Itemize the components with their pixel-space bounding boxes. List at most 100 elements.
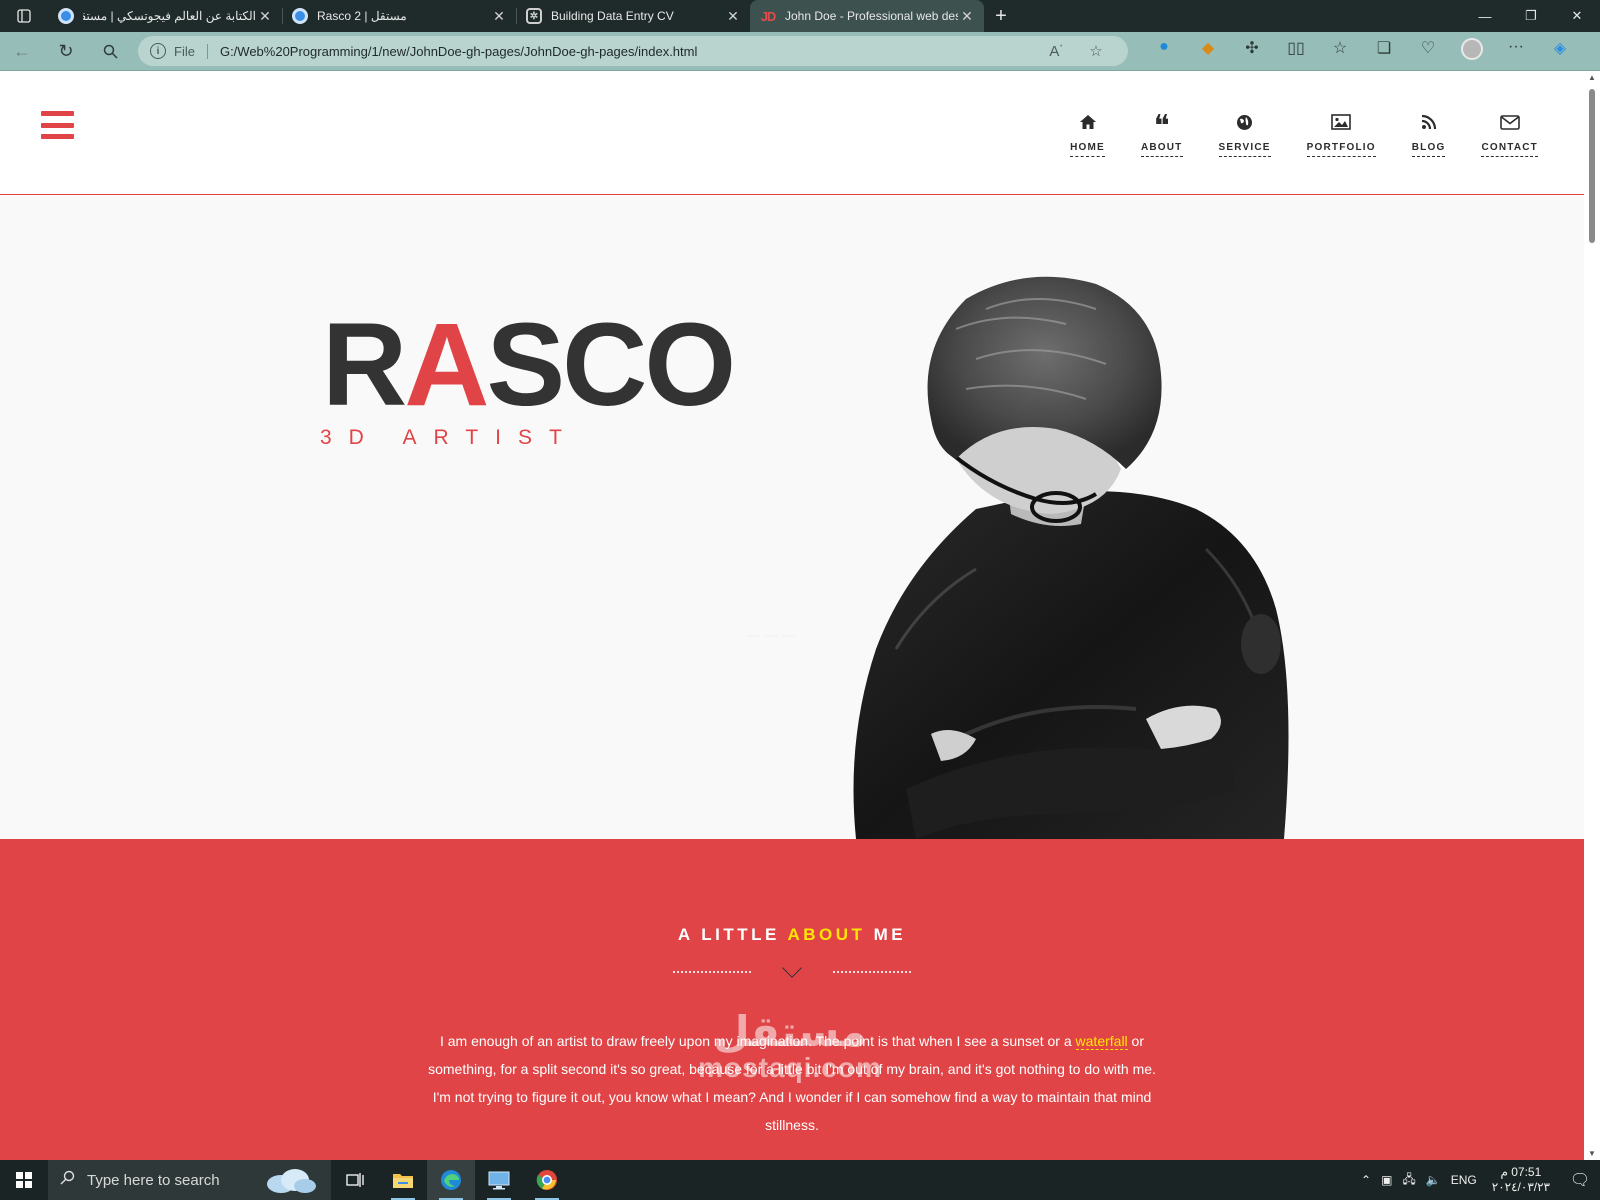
close-tab-icon[interactable]: ✕ [490,8,508,25]
search-placeholder: Type here to search [87,1171,220,1189]
meet-now-icon[interactable]: ▣ [1376,1173,1397,1187]
search-icon[interactable] [88,35,132,67]
hero-title-accent: A [404,299,489,431]
close-tab-icon[interactable]: ✕ [256,8,274,25]
shazam-extension-icon[interactable]: ● [1142,38,1186,65]
home-icon [1079,111,1097,133]
circle-icon [292,8,308,24]
about-paragraph: I am enough of an artist to draw freely … [420,1027,1164,1139]
about-heading: A LITTLE ABOUT ME [0,925,1584,945]
hero-title-suffix: SCO [486,299,736,431]
tab-title: John Doe - Professional web designer [785,9,958,23]
hero-subtitle: 3D ARTIST [320,426,579,449]
network-icon[interactable]: 🖧 [1397,1170,1420,1191]
site-header: HOME ❝ ABOUT SERVICE PORTFOLIO BLOG CONT… [0,71,1584,195]
nav-label: PORTFOLIO [1306,142,1376,157]
image-icon [1331,111,1351,133]
nav-label: HOME [1070,142,1105,157]
extension-icons: ● ◆ ✣ ▯▯ ☆ ❏ ♡ ··· ◈ [1142,37,1582,65]
browser-essentials-icon[interactable]: ♡ [1406,38,1450,65]
heading-suffix: ME [865,925,907,944]
chevron-up-icon[interactable]: ⌃ [1356,1173,1376,1187]
browser-toolbar: ← ↻ i File G:/Web%20Programming/1/new/Jo… [0,32,1600,71]
back-icon[interactable]: ← [0,35,44,67]
split-screen-icon[interactable]: ▯▯ [1274,38,1318,65]
site-navigation: HOME ❝ ABOUT SERVICE PORTFOLIO BLOG CONT… [1034,111,1538,157]
collections-icon[interactable]: ❏ [1362,38,1406,65]
address-bar[interactable]: i File G:/Web%20Programming/1/new/JohnDo… [138,36,1128,66]
chevron-down-icon [782,958,802,978]
clock-time: 07:51 م [1500,1165,1542,1179]
hero-title-prefix: R [322,299,407,431]
browser-tab[interactable]: الكتابة عن العالم فيجوتسكي | مستقل ✕ [48,0,282,32]
copilot-icon[interactable]: ◈ [1538,38,1582,65]
profile-avatar[interactable] [1450,37,1494,65]
rss-icon [1421,111,1437,133]
restore-icon[interactable]: ❐ [1508,0,1554,32]
nav-item-blog[interactable]: BLOG [1411,111,1446,157]
nav-label: CONTACT [1481,142,1538,157]
dotted-line [673,971,751,973]
search-icon [60,1170,75,1190]
section-divider [0,958,1584,978]
protocol-label: File [174,43,208,59]
waterfall-link[interactable]: waterfall [1075,1033,1128,1050]
scrollbar-thumb[interactable] [1589,89,1595,243]
quote-icon: ❝ [1153,109,1170,144]
weather-cloud-icon [267,1169,316,1193]
page-scrollbar[interactable]: ▲ ▼ [1584,71,1600,1160]
browser-tab[interactable]: Rasco 2 | مستقل ✕ [282,0,516,32]
nav-label: SERVICE [1218,142,1271,157]
favorites-icon[interactable]: ☆ [1318,38,1362,65]
hero-section: RASCO 3D ARTIST — — — [0,196,1584,839]
nav-item-portfolio[interactable]: PORTFOLIO [1306,111,1376,157]
envelope-icon [1499,111,1520,133]
globe-icon [1236,111,1253,133]
minimize-icon[interactable]: — [1462,0,1508,32]
circle-icon [58,8,74,24]
jd-icon: JD [760,8,777,24]
scroll-up-icon[interactable]: ▲ [1588,73,1596,82]
nav-item-service[interactable]: SERVICE [1218,111,1271,157]
color-extension-icon[interactable]: ◆ [1186,38,1230,65]
nav-label: ABOUT [1140,142,1183,157]
close-tab-icon[interactable]: ✕ [724,8,742,25]
close-window-icon[interactable]: ✕ [1554,0,1600,32]
artist-portrait-image [853,276,1289,839]
site-info-icon[interactable]: i [150,43,166,59]
hamburger-menu-icon[interactable] [41,111,74,139]
tab-title: الكتابة عن العالم فيجوتسكي | مستقل [83,9,256,23]
remote-desktop-icon[interactable] [475,1160,523,1200]
browser-tab-active[interactable]: JD John Doe - Professional web designer … [750,0,984,32]
edge-icon[interactable] [427,1160,475,1200]
file-explorer-icon[interactable] [379,1160,427,1200]
heading-highlight: ABOUT [787,925,866,944]
chrome-icon[interactable] [523,1160,571,1200]
read-aloud-icon[interactable]: Aᐩ [1036,43,1076,60]
favorite-star-icon[interactable]: ☆ [1076,42,1116,60]
extensions-puzzle-icon[interactable]: ✣ [1230,38,1274,65]
clock[interactable]: 07:51 م ٢٠٢٤/٠٣/٢٣ [1482,1165,1560,1195]
browser-tab[interactable]: ✲ Building Data Entry CV ✕ [516,0,750,32]
volume-icon[interactable]: 🔈 [1421,1173,1446,1187]
taskbar-search[interactable]: Type here to search [48,1160,331,1200]
windows-taskbar: Type here to search ⌃ ▣ 🖧 🔈 ENG 07:51 م … [0,1160,1600,1200]
about-section: A LITTLE ABOUT ME I am enough of an arti… [0,839,1584,1160]
task-view-icon[interactable] [331,1160,379,1200]
page-viewport: HOME ❝ ABOUT SERVICE PORTFOLIO BLOG CONT… [0,71,1600,1160]
nav-item-home[interactable]: HOME [1070,111,1105,157]
close-tab-icon[interactable]: ✕ [958,8,976,25]
url-text[interactable]: G:/Web%20Programming/1/new/JohnDoe-gh-pa… [220,44,1036,59]
tab-title: Rasco 2 | مستقل [317,9,407,23]
nav-item-about[interactable]: ❝ ABOUT [1140,109,1183,157]
refresh-icon[interactable]: ↻ [44,35,88,67]
windows-start-icon[interactable] [0,1160,48,1200]
more-menu-icon[interactable]: ··· [1494,38,1538,65]
tab-title: Building Data Entry CV [551,9,674,23]
tab-actions-menu-icon[interactable] [0,0,48,32]
language-indicator[interactable]: ENG [1446,1173,1482,1187]
nav-item-contact[interactable]: CONTACT [1481,111,1538,157]
new-tab-icon[interactable]: + [984,0,1018,32]
scroll-down-icon[interactable]: ▼ [1588,1149,1596,1158]
notification-icon[interactable]: 🗨 [1560,1170,1600,1190]
